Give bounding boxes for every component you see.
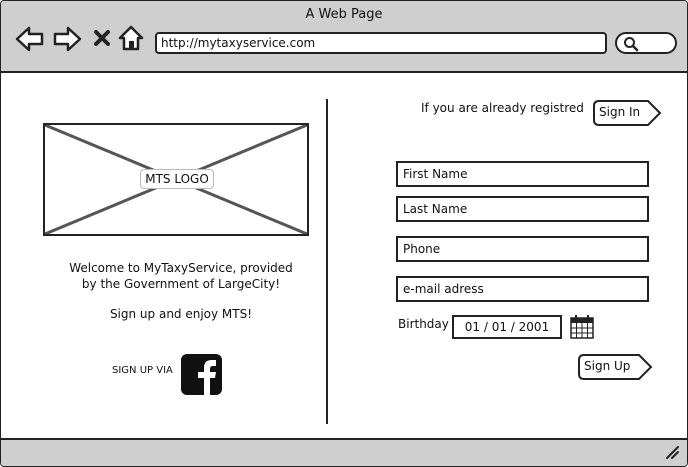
welcome-line-1: Welcome to MyTaxyService, provided [69, 261, 293, 275]
browser-window: A Web Page http://mytaxyservice.com MTS … [0, 0, 688, 467]
column-divider [326, 99, 328, 424]
logo-placeholder: MTS LOGO [43, 123, 309, 236]
email-field[interactable]: e-mail adress [396, 276, 649, 302]
facebook-signup-button[interactable] [181, 354, 222, 395]
last-name-field[interactable]: Last Name [396, 196, 649, 222]
phone-field[interactable]: Phone [396, 236, 649, 262]
arrow-right-icon[interactable] [52, 26, 82, 52]
sign-in-button[interactable]: Sign In [593, 100, 663, 126]
home-icon[interactable] [118, 25, 144, 51]
sign-up-label: Sign Up [584, 359, 631, 373]
browser-toolbar: A Web Page http://mytaxyservice.com [1, 1, 687, 73]
calendar-icon[interactable] [570, 315, 594, 339]
logo-label: MTS LOGO [140, 169, 214, 189]
welcome-text: Welcome to MyTaxyService, provided by th… [41, 260, 321, 292]
resize-grip-icon[interactable] [665, 445, 679, 459]
search-field[interactable] [615, 32, 677, 54]
birthday-label: Birthday [398, 317, 449, 331]
first-name-field[interactable]: First Name [396, 161, 649, 187]
search-icon[interactable] [623, 36, 639, 52]
birthday-field[interactable]: 01 / 01 / 2001 [452, 315, 562, 339]
close-icon[interactable] [93, 29, 111, 47]
sign-in-label: Sign In [599, 105, 641, 119]
already-registered-text: If you are already registred [421, 101, 584, 115]
signup-prompt: Sign up and enjoy MTS! [109, 307, 253, 321]
signup-via-label: SIGN UP VIA [112, 365, 173, 376]
window-title: A Web Page [305, 7, 383, 22]
arrow-left-icon[interactable] [15, 26, 45, 52]
sign-up-button[interactable]: Sign Up [578, 354, 654, 380]
welcome-line-2: by the Government of LargeCity! [81, 277, 281, 291]
url-bar[interactable]: http://mytaxyservice.com [155, 32, 607, 54]
status-bar [1, 438, 687, 466]
facebook-icon[interactable] [181, 354, 222, 395]
